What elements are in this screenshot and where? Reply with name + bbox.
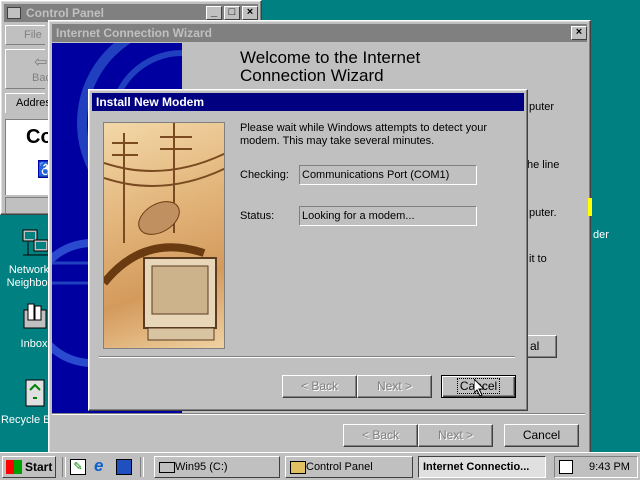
windows-logo-icon (6, 460, 22, 474)
recycle-bin-can-icon (25, 379, 45, 407)
quicklaunch-divider-2 (140, 457, 144, 477)
modem-title: Install New Modem (96, 95, 205, 109)
wizard-titlebar[interactable]: Internet Connection Wizard × (52, 24, 587, 42)
network-neighborhood-icon[interactable] (20, 228, 50, 258)
telephone-poles-and-monitor-illustration (104, 123, 224, 341)
modem-separator (99, 356, 515, 358)
control-panel-menubar: File (5, 25, 45, 45)
taskbar-item-internet-connection[interactable]: Internet Connectio... (418, 456, 546, 478)
back-toolbar-button[interactable]: ⇦ Back (5, 49, 56, 89)
minimize-button[interactable]: _ (206, 6, 222, 20)
system-tray: 9:43 PM (554, 456, 638, 478)
menu-file[interactable]: File (24, 29, 42, 41)
taskbar: Start ✎ e Win95 (C:) Control Panel Inter… (0, 452, 640, 480)
recycle-bin-icon[interactable] (20, 376, 50, 408)
desktop-clipped-icon[interactable] (588, 198, 592, 216)
network-neighborhood-label[interactable]: Network Neighborhood (4, 264, 54, 290)
drive-icon (159, 462, 175, 473)
modem-next-button[interactable]: Next > (357, 375, 432, 398)
outlook-express-icon[interactable] (116, 459, 132, 475)
quicklaunch-divider (62, 457, 66, 477)
wizard-title: Internet Connection Wizard (56, 26, 212, 40)
checking-label: Checking: (240, 169, 289, 181)
maximize-button[interactable]: □ (224, 6, 240, 20)
control-panel-statusbar (5, 197, 51, 213)
taskbar-item-control-panel-label: Control Panel (306, 461, 373, 473)
wizard-text-fragment-1: puter (529, 101, 555, 113)
mouse-pointer-icon (474, 379, 486, 397)
checking-field: Communications Port (COM1) (299, 165, 477, 185)
wizard-back-button[interactable]: < Back (343, 424, 418, 447)
install-modem-dialog[interactable]: Install New Modem Please wait while Wind… (88, 89, 528, 411)
control-panel-app-icon (7, 7, 21, 19)
network-computers-icon (22, 229, 49, 256)
inbox-icon[interactable] (20, 302, 50, 332)
control-panel-content: Co ♿ (5, 119, 55, 195)
start-label: Start (25, 460, 53, 474)
wizard-partial-button[interactable]: al (527, 335, 557, 358)
modem-back-button[interactable]: < Back (282, 375, 357, 398)
taskbar-item-win95-label: Win95 (C:) (175, 461, 228, 473)
modem-message: Please wait while Windows attempts to de… (240, 122, 488, 147)
status-label: Status: (240, 210, 275, 222)
taskbar-item-internet-connection-label: Internet Connectio... (423, 461, 530, 473)
status-field: Looking for a modem... (299, 206, 477, 226)
start-button[interactable]: Start (2, 456, 56, 478)
clock[interactable]: 9:43 PM (589, 461, 630, 473)
inbox-tray-icon (23, 303, 47, 329)
wizard-text-fragment-4: it to (529, 253, 547, 265)
folder-icon (290, 461, 306, 474)
modem-titlebar[interactable]: Install New Modem (92, 93, 524, 111)
desktop-clipped-label: der (593, 229, 609, 241)
wizard-next-button[interactable]: Next > (418, 424, 493, 447)
wizard-separator (52, 413, 585, 415)
back-arrow-icon: ⇦ (34, 54, 48, 71)
wizard-partial-button-label: al (530, 339, 540, 353)
network-tray-icon[interactable] (559, 460, 573, 474)
show-desktop-icon[interactable]: ✎ (70, 459, 86, 475)
wizard-text-fragment-3: puter. (529, 207, 557, 219)
close-button[interactable]: × (242, 6, 258, 20)
internet-explorer-icon[interactable]: e (94, 457, 103, 475)
modem-illustration (103, 122, 225, 349)
address-bar: Address (5, 93, 56, 113)
wizard-heading: Welcome to the Internet Connection Wizar… (240, 48, 421, 85)
wizard-close-button[interactable]: × (571, 26, 587, 40)
taskbar-item-win95[interactable]: Win95 (C:) (154, 456, 280, 478)
wizard-text-fragment-2: he line (527, 159, 560, 171)
wizard-cancel-button[interactable]: Cancel (504, 424, 579, 447)
taskbar-item-control-panel[interactable]: Control Panel (285, 456, 413, 478)
control-panel-title: Control Panel (26, 6, 105, 20)
